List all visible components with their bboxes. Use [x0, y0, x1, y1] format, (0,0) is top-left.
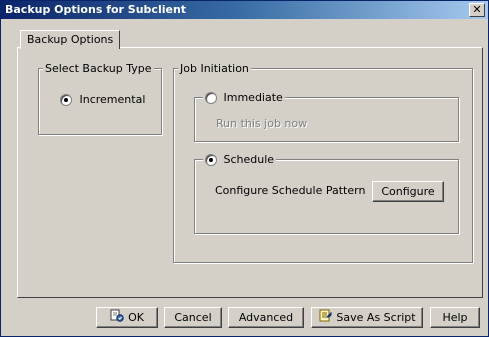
- immediate-label[interactable]: Immediate: [224, 91, 283, 104]
- window-title: Backup Options for Subclient: [5, 3, 187, 16]
- job-initiation-legend: Job Initiation: [178, 62, 251, 75]
- schedule-description: Configure Schedule Pattern: [215, 184, 366, 197]
- advanced-button[interactable]: Advanced: [228, 307, 304, 328]
- title-bar[interactable]: Backup Options for Subclient ✕: [1, 1, 488, 19]
- tab-page: Select Backup Type Incremental Job Initi…: [17, 47, 483, 298]
- incremental-label[interactable]: Incremental: [80, 93, 146, 106]
- script-icon: [318, 309, 332, 328]
- backup-type-legend: Select Backup Type: [43, 62, 154, 75]
- incremental-radio[interactable]: [60, 94, 72, 106]
- job-initiation-group: Job Initiation Immediate Run this job no…: [173, 62, 473, 263]
- schedule-label[interactable]: Schedule: [224, 153, 275, 166]
- ok-button[interactable]: OK: [96, 307, 158, 328]
- incremental-option[interactable]: Incremental: [60, 93, 145, 106]
- configure-button[interactable]: Configure: [372, 181, 444, 202]
- immediate-description: Run this job now: [216, 117, 308, 130]
- immediate-radio[interactable]: [205, 92, 217, 104]
- close-button[interactable]: ✕: [469, 3, 485, 17]
- immediate-group: Immediate Run this job now: [194, 91, 459, 142]
- dialog-window: Backup Options for Subclient ✕ Backup Op…: [0, 0, 489, 337]
- tab-backup-options[interactable]: Backup Options: [20, 30, 121, 49]
- help-button[interactable]: Help: [430, 307, 480, 328]
- schedule-group: Schedule Configure Schedule Pattern Conf…: [194, 153, 459, 234]
- save-as-script-label: Save As Script: [336, 311, 416, 324]
- schedule-radio[interactable]: [205, 154, 217, 166]
- save-as-script-button[interactable]: Save As Script: [311, 307, 423, 328]
- backup-type-group: Select Backup Type Incremental: [38, 62, 162, 135]
- schedule-option[interactable]: Schedule: [203, 153, 277, 166]
- ok-label: OK: [128, 311, 144, 324]
- ok-icon: [110, 309, 124, 328]
- cancel-button[interactable]: Cancel: [164, 307, 222, 328]
- immediate-option[interactable]: Immediate: [203, 91, 285, 104]
